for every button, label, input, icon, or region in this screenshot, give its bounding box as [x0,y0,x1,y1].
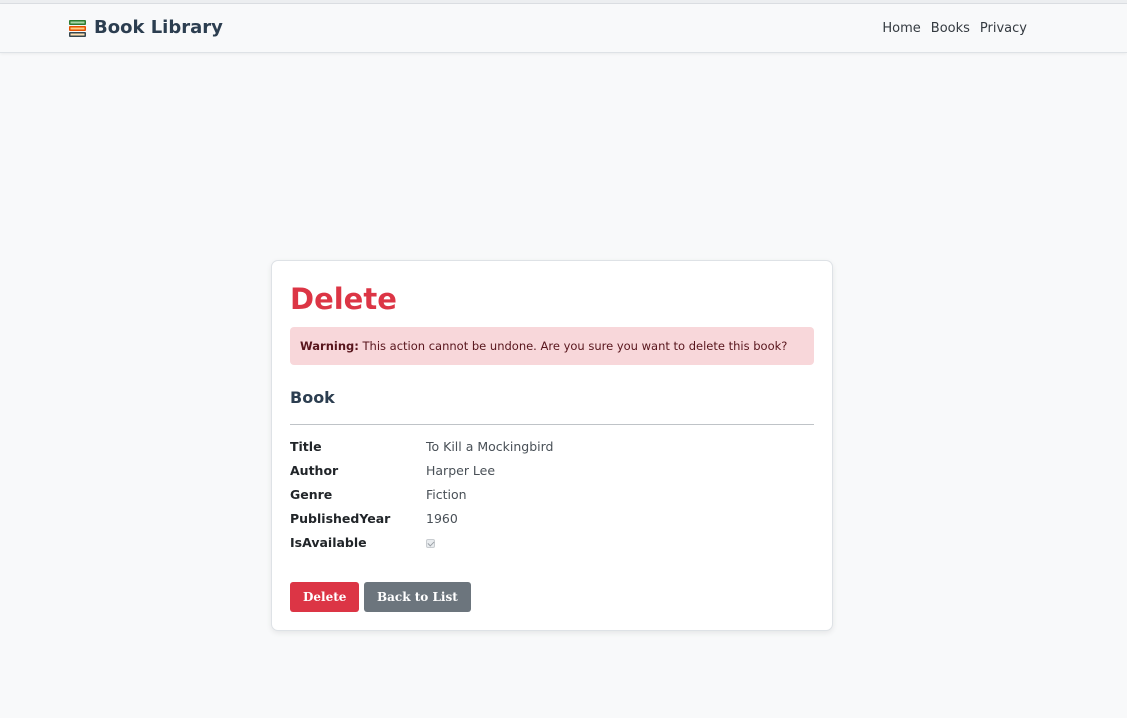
nav-link-privacy[interactable]: Privacy [975,20,1032,38]
detail-value [426,533,435,548]
detail-row-published-year: PublishedYear 1960 [290,509,814,533]
detail-row-is-available: IsAvailable [290,533,814,557]
delete-button[interactable]: Delete [290,582,360,612]
detail-value: Harper Lee [426,463,496,478]
nav-link-books[interactable]: Books [926,20,975,38]
brand-label: Book Library [94,17,223,38]
alert-text: This action cannot be undone. Are you su… [358,339,788,353]
detail-value: 1960 [426,511,458,526]
nav-links: Home Books Privacy [877,20,1032,38]
divider [290,424,814,425]
detail-row-author: Author Harper Lee [290,461,814,485]
detail-label: Genre [290,487,333,502]
detail-label: Title [290,439,322,454]
detail-label: PublishedYear [290,511,391,526]
warning-alert: Warning: This action cannot be undone. A… [290,327,814,365]
detail-label: IsAvailable [290,535,367,550]
delete-card: Delete Warning: This action cannot be un… [271,260,833,631]
back-to-list-button[interactable]: Back to List [364,582,471,612]
detail-row-title: Title To Kill a Mockingbird [290,437,814,461]
detail-label: Author [290,463,339,478]
detail-row-genre: Genre Fiction [290,485,814,509]
brand-link[interactable]: Book Library [68,17,223,39]
page-title: Delete [290,282,397,316]
navbar: Book Library Home Books Privacy [0,4,1127,53]
book-details: Title To Kill a Mockingbird Author Harpe… [290,437,814,557]
detail-value: To Kill a Mockingbird [426,439,554,454]
is-available-checkbox [426,539,435,548]
alert-strong: Warning: [300,339,359,353]
books-icon [68,19,87,38]
section-title: Book [290,388,335,407]
detail-value: Fiction [426,487,467,502]
nav-link-home[interactable]: Home [877,20,925,38]
